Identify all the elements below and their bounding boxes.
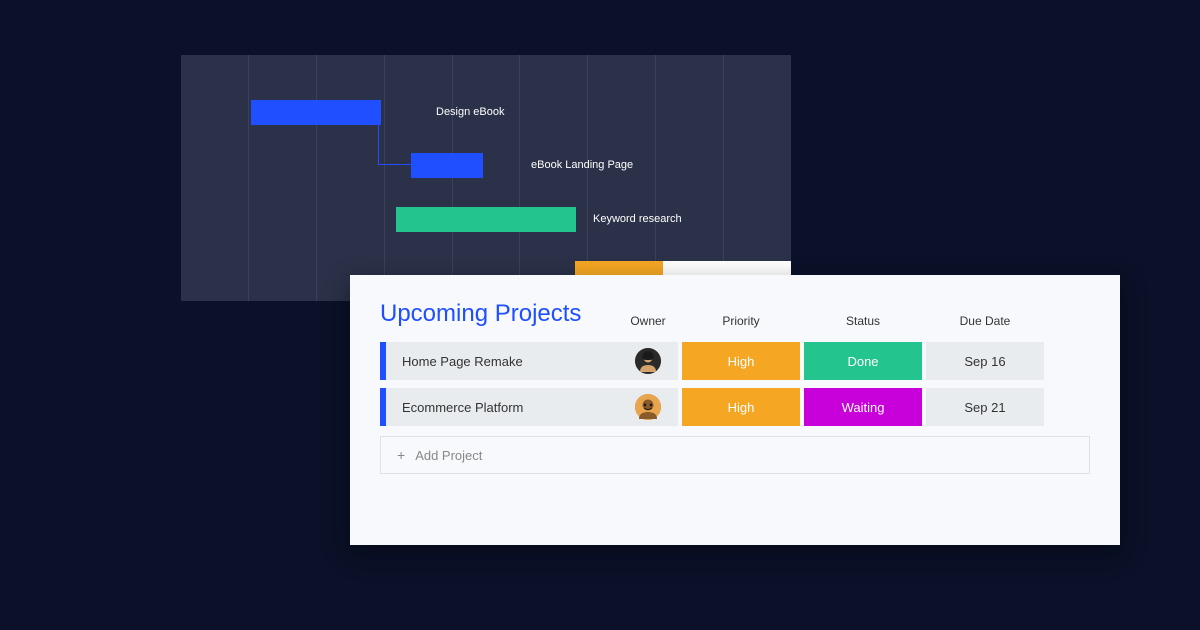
status-cell[interactable]: Done	[804, 342, 922, 380]
add-project-label: Add Project	[415, 448, 482, 463]
column-header-status: Status	[804, 314, 922, 328]
avatar	[635, 394, 661, 420]
gantt-chart: Design eBook eBook Landing Page Keyword …	[181, 55, 791, 301]
column-header-due: Due Date	[926, 314, 1044, 328]
project-row[interactable]: Ecommerce Platform High Waiting Sep 21	[380, 388, 1090, 426]
gantt-label: Keyword research	[593, 207, 682, 232]
priority-cell[interactable]: High	[682, 342, 800, 380]
avatar	[635, 348, 661, 374]
due-date-cell: Sep 21	[926, 388, 1044, 426]
upcoming-projects-panel: Upcoming Projects Owner Priority Status …	[350, 275, 1120, 545]
owner-cell[interactable]	[618, 342, 678, 380]
add-project-button[interactable]: + Add Project	[380, 436, 1090, 474]
gantt-bar-design-ebook[interactable]	[251, 100, 381, 125]
priority-cell[interactable]: High	[682, 388, 800, 426]
gantt-connector	[378, 125, 411, 165]
due-date-cell: Sep 16	[926, 342, 1044, 380]
project-name: Home Page Remake	[386, 342, 618, 380]
project-name: Ecommerce Platform	[386, 388, 618, 426]
column-header-priority: Priority	[682, 314, 800, 328]
gantt-bar-ebook-landing[interactable]	[411, 153, 483, 178]
projects-header: Upcoming Projects Owner Priority Status …	[350, 275, 1120, 342]
gantt-label: eBook Landing Page	[531, 153, 633, 178]
gantt-label: Design eBook	[436, 100, 505, 125]
status-cell[interactable]: Waiting	[804, 388, 922, 426]
projects-title: Upcoming Projects	[380, 300, 618, 328]
gantt-bar-keyword-research[interactable]	[396, 207, 576, 232]
project-row[interactable]: Home Page Remake High Done Sep 16	[380, 342, 1090, 380]
column-header-owner: Owner	[618, 314, 678, 328]
owner-cell[interactable]	[618, 388, 678, 426]
plus-icon: +	[397, 447, 405, 463]
